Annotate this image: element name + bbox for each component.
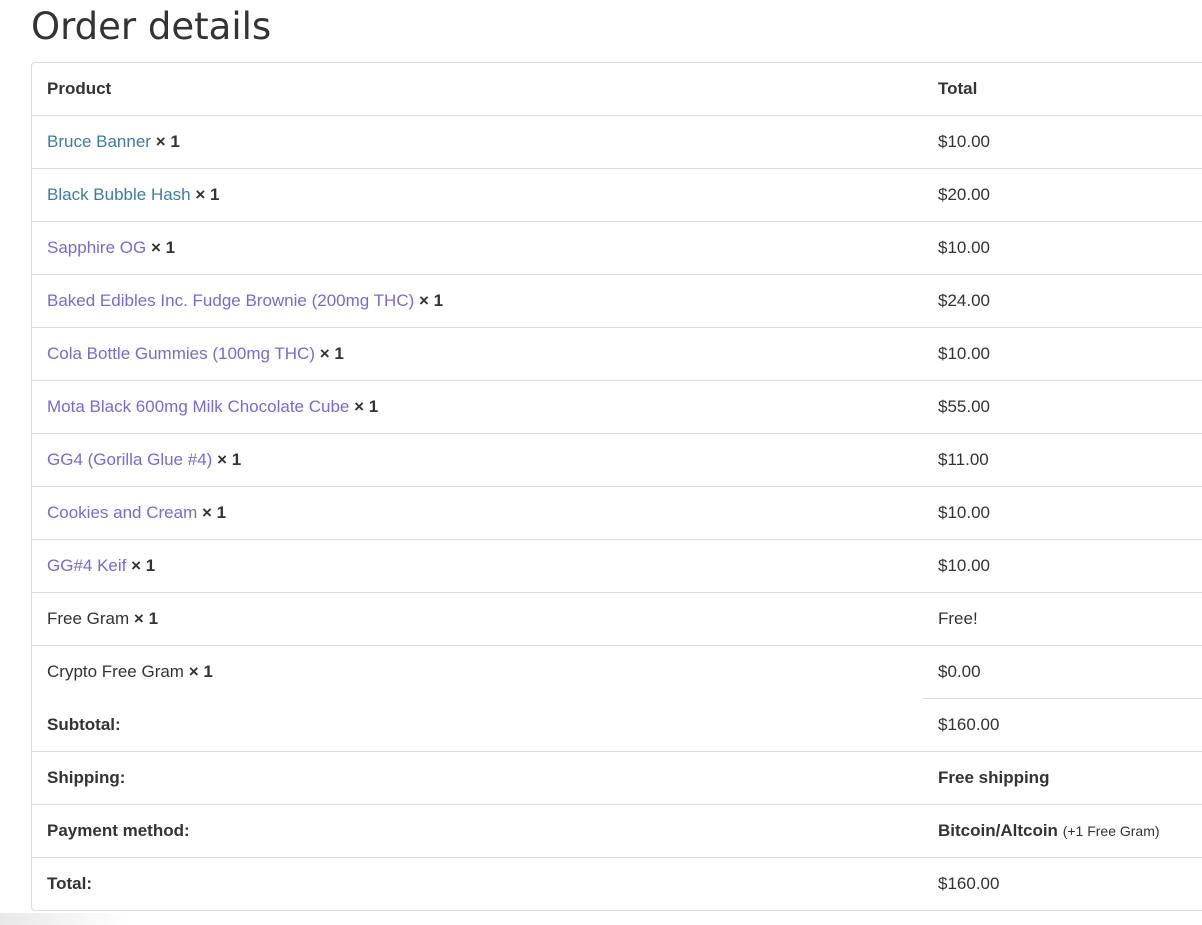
shipping-label: Shipping:	[32, 751, 923, 805]
product-quantity: × 1	[354, 397, 379, 416]
product-name[interactable]: Black Bubble Hash	[47, 185, 191, 204]
product-cell: Free Gram × 1	[32, 592, 923, 646]
header-total: Total	[938, 79, 978, 98]
page-title: Order details	[31, 5, 272, 48]
payment-method-label: Payment method:	[32, 804, 923, 858]
product-name[interactable]: GG4 (Gorilla Glue #4)	[47, 450, 212, 469]
table-row: Baked Edibles Inc. Fudge Brownie (200mg …	[32, 274, 1202, 328]
product-total: $11.00	[923, 433, 1202, 487]
payment-method-value: Bitcoin/Altcoin	[938, 821, 1058, 840]
table-row: Mota Black 600mg Milk Chocolate Cube × 1…	[32, 380, 1202, 434]
table-row: Crypto Free Gram × 1 $0.00	[32, 645, 1202, 699]
product-cell: Black Bubble Hash × 1	[32, 168, 923, 222]
subtotal-label: Subtotal:	[47, 714, 121, 734]
total-row: Total: $160.00	[32, 857, 1202, 910]
product-quantity: × 1	[195, 185, 220, 204]
product-cell: Bruce Banner × 1	[32, 115, 923, 169]
product-cell: Crypto Free Gram × 1	[32, 645, 923, 699]
product-quantity: × 1	[419, 291, 444, 310]
table-row: Free Gram × 1 Free!	[32, 592, 1202, 646]
product-total: $20.00	[923, 168, 1202, 222]
product-cell: Cola Bottle Gummies (100mg THC) × 1	[32, 327, 923, 381]
scroll-edge-shadow	[0, 913, 130, 925]
product-name[interactable]: GG#4 Keif	[47, 556, 126, 575]
product-name[interactable]: Baked Edibles Inc. Fudge Brownie (200mg …	[47, 291, 414, 310]
payment-method-cell: Bitcoin/Altcoin (+1 Free Gram)	[923, 804, 1202, 858]
product-cell: Cookies and Cream × 1	[32, 486, 923, 540]
product-name[interactable]: Cola Bottle Gummies (100mg THC)	[47, 344, 315, 363]
product-cell: Sapphire OG × 1	[32, 221, 923, 275]
table-row: Bruce Banner × 1 $10.00	[32, 115, 1202, 169]
table-row: Black Bubble Hash × 1 $20.00	[32, 168, 1202, 222]
product-total: $10.00	[923, 115, 1202, 169]
subtotal-row: Subtotal: $160.00	[32, 698, 1202, 752]
product-quantity: × 1	[319, 344, 344, 363]
product-total: $55.00	[923, 380, 1202, 434]
product-name: Crypto Free Gram	[47, 662, 184, 682]
product-name: Free Gram	[47, 609, 130, 628]
table-header-row: Product Total	[32, 63, 1202, 116]
product-total: Free!	[923, 592, 1202, 646]
product-name[interactable]: Mota Black 600mg Milk Chocolate Cube	[47, 397, 349, 416]
header-product: Product	[47, 79, 112, 98]
product-total: $10.00	[923, 486, 1202, 540]
table-row: GG4 (Gorilla Glue #4) × 1 $11.00	[32, 433, 1202, 487]
product-total: $24.00	[923, 274, 1202, 328]
shipping-row: Shipping: Free shipping	[32, 751, 1202, 805]
payment-method-row: Payment method: Bitcoin/Altcoin (+1 Free…	[32, 804, 1202, 858]
product-quantity: × 1	[188, 662, 213, 682]
table-row: Sapphire OG × 1 $10.00	[32, 221, 1202, 275]
product-cell: GG4 (Gorilla Glue #4) × 1	[32, 433, 923, 487]
product-total: $10.00	[923, 539, 1202, 593]
product-total: $0.00	[923, 645, 1202, 699]
product-quantity: × 1	[131, 556, 156, 575]
order-details-table: Product Total Bruce Banner × 1 $10.00 Blac…	[31, 62, 1202, 911]
product-quantity: × 1	[150, 238, 176, 257]
product-quantity: × 1	[133, 609, 159, 628]
table-row: Cookies and Cream × 1 $10.00	[32, 486, 1202, 540]
product-total: $10.00	[923, 327, 1202, 381]
subtotal-value: $160.00	[923, 698, 1202, 752]
total-value: $160.00	[923, 857, 1202, 910]
product-name[interactable]: Cookies and Cream	[47, 503, 197, 522]
total-label: Total:	[32, 857, 923, 910]
shipping-value: Free shipping	[923, 751, 1202, 805]
product-cell: Mota Black 600mg Milk Chocolate Cube × 1	[32, 380, 923, 434]
table-row: GG#4 Keif × 1 $10.00	[32, 539, 1202, 593]
product-quantity: × 1	[155, 132, 180, 151]
product-cell: Baked Edibles Inc. Fudge Brownie (200mg …	[32, 274, 923, 328]
product-quantity: × 1	[217, 450, 242, 469]
payment-method-note: (+1 Free Gram)	[1062, 823, 1160, 839]
product-cell: GG#4 Keif × 1	[32, 539, 923, 593]
product-quantity: × 1	[201, 503, 227, 522]
product-name[interactable]: Sapphire OG	[47, 238, 146, 257]
table-row: Cola Bottle Gummies (100mg THC) × 1 $10.0…	[32, 327, 1202, 381]
product-total: $10.00	[923, 221, 1202, 275]
product-name[interactable]: Bruce Banner	[47, 132, 151, 151]
